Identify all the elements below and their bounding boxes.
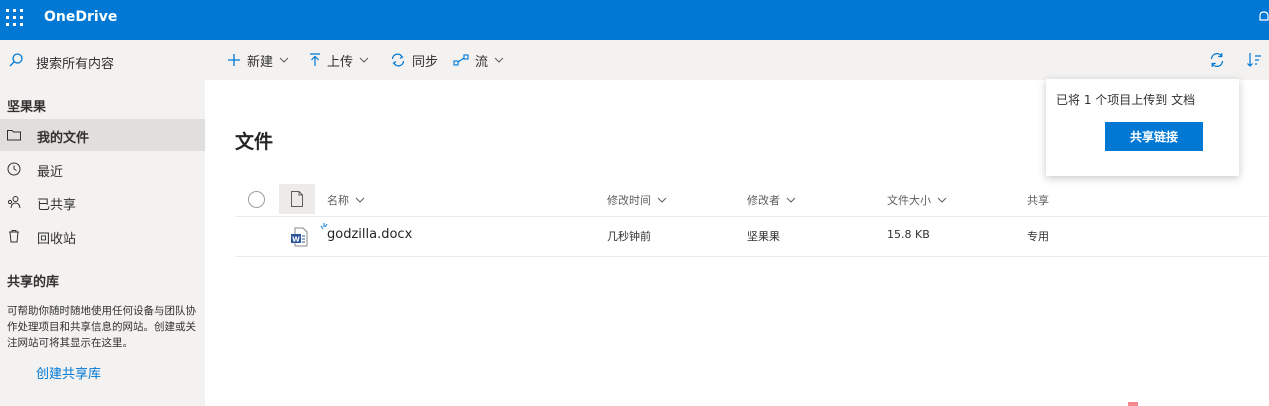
upload-label: 上传 [327,54,354,70]
plus-icon [228,54,240,66]
column-header-modified[interactable]: 修改时间 [607,192,667,208]
upload-button[interactable]: 上传 [309,40,375,80]
search-placeholder: 搜索所有内容 [36,57,115,72]
chevron-down-icon [359,57,369,63]
column-header-size[interactable]: 文件大小 [887,192,947,208]
file-list-header: 名称 修改时间 修改者 文件大小 共享 [235,184,1269,217]
document-icon [291,191,303,207]
chevron-down-icon [279,57,289,63]
command-bar: 新建 上传 同步 流 [205,40,1269,80]
file-sharing: 专用 [1027,230,1049,243]
sidebar-item-label: 我的文件 [37,131,90,146]
shared-libraries-title: 共享的库 [7,275,60,290]
search-box[interactable]: 搜索所有内容 [0,40,205,80]
upload-notification: 已将 1 个项目上传到 文档 共享链接 [1046,79,1239,176]
file-modified-by: 坚果果 [747,230,780,243]
app-title[interactable]: OneDrive [44,9,117,25]
sidebar-item-label: 最近 [37,165,64,180]
select-all-checkbox[interactable] [248,191,265,208]
refresh-icon[interactable] [1208,51,1226,69]
share-link-button[interactable]: 共享链接 [1105,122,1203,151]
search-icon [9,53,23,67]
sync-button[interactable]: 同步 [390,40,438,80]
upload-icon [310,53,320,66]
file-type-column-header[interactable] [279,184,315,214]
user-section-title: 坚果果 [7,100,47,115]
notifications-bell-icon[interactable] [1257,10,1269,24]
chevron-down-icon [657,197,667,203]
sidebar-item-recent[interactable]: 最近 [0,153,205,185]
sidebar-item-label: 回收站 [37,232,77,247]
top-bar: OneDrive [0,0,1269,40]
column-header-label: 修改时间 [607,194,651,207]
shared-libraries-description: 可帮助你随时随地使用任何设备与团队协作处理项目和共享信息的网站。创建或关注网站可… [7,305,196,349]
chevron-down-icon [937,197,947,203]
create-shared-library-link[interactable]: 创建共享库 [36,363,101,382]
upload-message: 已将 1 个项目上传到 文档 [1056,93,1196,107]
sort-icon[interactable] [1245,51,1263,69]
new-label: 新建 [247,54,274,70]
word-doc-icon: W [291,227,308,247]
sidebar-item-my-files[interactable]: 我的文件 [0,119,205,151]
column-header-name[interactable]: 名称 [327,192,365,208]
recycle-bin-icon [9,230,19,243]
folder-icon [7,130,21,141]
column-header-label: 名称 [327,194,349,207]
history-icon [7,162,21,176]
flow-button[interactable]: 流 [453,40,510,80]
sync-label: 同步 [412,54,439,70]
corner-decoration [1128,402,1138,406]
column-header-label: 修改者 [747,194,780,207]
page-title: 文件 [235,131,274,153]
sidebar-item-recycle-bin[interactable]: 回收站 [0,220,205,252]
svg-text:W: W [292,236,300,244]
sidebar: 搜索所有内容 坚果果 我的文件 最近 已共享 回收站 共享的库 可帮助你随时随地… [0,40,205,406]
people-icon [7,196,21,209]
app-launcher-icon[interactable] [6,9,24,27]
chevron-down-icon [355,197,365,203]
sidebar-item-shared[interactable]: 已共享 [0,186,205,218]
chevron-down-icon [786,197,796,203]
column-header-sharing[interactable]: 共享 [1027,192,1049,208]
column-header-label: 共享 [1027,194,1049,207]
sidebar-item-label: 已共享 [37,198,77,213]
column-header-modified-by[interactable]: 修改者 [747,192,796,208]
chevron-down-icon [494,57,504,63]
sync-icon [391,53,405,67]
column-header-label: 文件大小 [887,194,931,207]
file-modified: 几秒钟前 [607,230,651,243]
file-name-link[interactable]: godzilla.docx [327,227,412,242]
file-size: 15.8 KB [887,228,930,241]
flow-icon [453,54,469,66]
new-button[interactable]: 新建 [227,40,295,80]
flow-label: 流 [475,54,489,70]
table-row[interactable]: W godzilla.docx 几秒钟前 坚果果 15.8 KB 专用 [235,217,1269,257]
